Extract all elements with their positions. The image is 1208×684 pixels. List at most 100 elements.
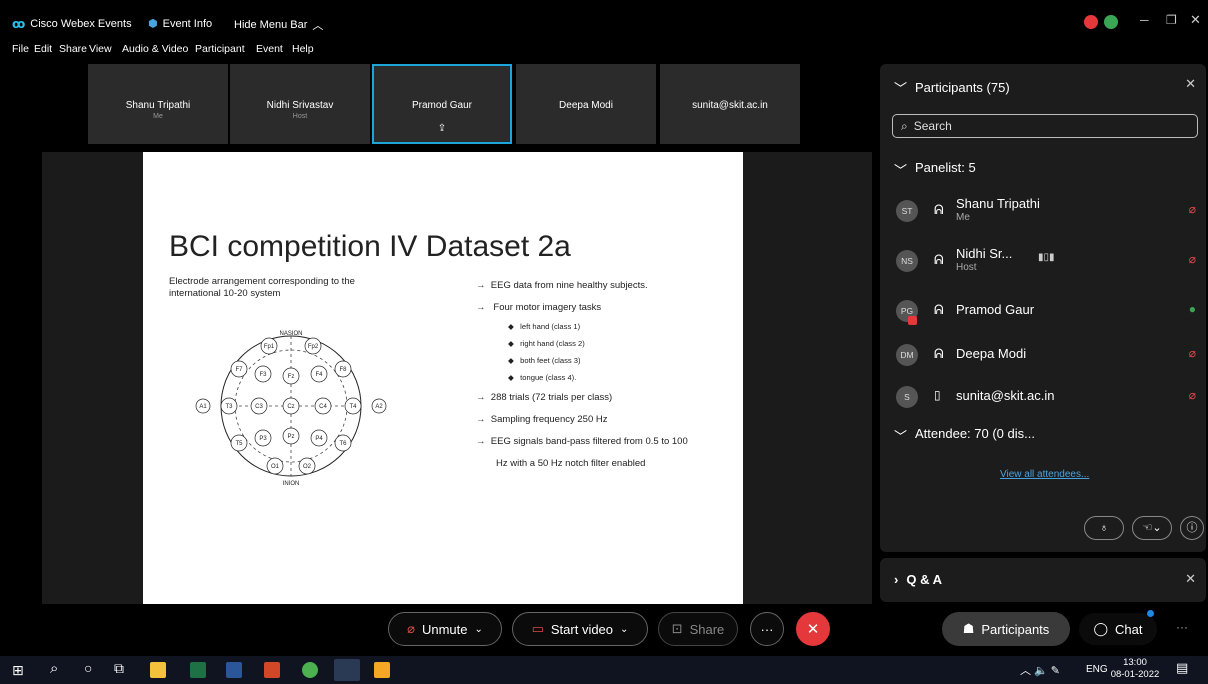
participant-row-nidhi[interactable]: NS ᕱ Nidhi Sr... Host ▮▯▮ ⌀: [896, 240, 1196, 280]
avatar: S: [896, 386, 918, 408]
windows-taskbar: ⊞ ⌕ ○ ⧉ ︿ 🔈 ✎ ENG 13:00 08-01-2022 ▤: [0, 656, 1208, 684]
more-options-button[interactable]: ···: [750, 612, 784, 646]
close-qa-icon[interactable]: ✕: [1185, 571, 1196, 587]
clock[interactable]: 13:00 08-01-2022: [1108, 657, 1162, 681]
mic-muted-icon[interactable]: ⌀: [1189, 388, 1196, 402]
shared-slide: BCI competition IV Dataset 2a Electrode …: [143, 152, 743, 604]
hide-menu-bar-button[interactable]: Hide Menu Bar ︿: [234, 17, 323, 33]
share-button[interactable]: ⊡ Share: [658, 612, 738, 646]
file-explorer-icon[interactable]: [150, 662, 166, 678]
reactions-dropdown-button[interactable]: ☜⌄: [1132, 516, 1172, 540]
tray-icons[interactable]: ︿ 🔈 ✎: [1020, 662, 1060, 678]
attendee-header[interactable]: ﹀ Attendee: 70 (0 dis...: [894, 426, 1035, 445]
search-icon[interactable]: ⌕: [50, 660, 58, 677]
video-tile-deepa[interactable]: Deepa Modi: [516, 64, 656, 144]
hide-menu-label: Hide Menu Bar: [234, 19, 308, 31]
video-tile-pramod[interactable]: Pramod Gaur ⇪: [372, 64, 512, 144]
chat-notification-dot: [1147, 610, 1154, 617]
menu-edit[interactable]: Edit: [34, 43, 52, 55]
participant-row-pramod[interactable]: PG ᕱ Pramod Gaur ●: [896, 290, 1196, 330]
app-icon[interactable]: [374, 662, 390, 678]
powerpoint-icon[interactable]: [264, 662, 280, 678]
info-icon: ⓘ: [1186, 522, 1198, 534]
recording-icon[interactable]: [1084, 15, 1098, 29]
electrode: Fz: [288, 374, 295, 380]
nasion-label: NASION: [279, 331, 302, 337]
chevron-down-icon: ﹀: [894, 163, 908, 178]
notifications-icon[interactable]: ▤: [1176, 660, 1188, 676]
mic-active-icon[interactable]: ●: [1189, 302, 1196, 316]
participants-button[interactable]: ☗ Participants: [942, 612, 1070, 646]
video-tile-shanu[interactable]: Shanu Tripathi Me: [88, 64, 228, 144]
mic-muted-icon[interactable]: ⌀: [1189, 202, 1196, 216]
menu-participant[interactable]: Participant: [195, 43, 245, 55]
electrode: C4: [319, 404, 327, 410]
chrome-icon[interactable]: [302, 662, 318, 678]
info-button[interactable]: ⓘ: [1180, 516, 1204, 540]
electrode: T3: [225, 404, 233, 410]
electrode: Cz: [287, 404, 294, 410]
tile-name: Pramod Gaur: [411, 100, 473, 111]
participant-row-shanu[interactable]: ST ᕱ Shanu Tripathi Me ⌀: [896, 190, 1196, 230]
event-info-button[interactable]: ⬢ Event Info: [148, 17, 212, 31]
share-icon: ⊡: [671, 621, 683, 636]
video-off-icon: ▭: [531, 621, 544, 636]
more-icon[interactable]: ···: [1176, 620, 1188, 634]
phone-icon: ▯: [934, 388, 941, 402]
participants-label: Participants: [981, 621, 1050, 637]
participant-name: Shanu Tripathi: [956, 196, 1040, 211]
start-video-button[interactable]: ▭ Start video ⌄: [512, 612, 648, 646]
qa-header[interactable]: › Q & A: [894, 572, 942, 587]
restore-icon[interactable]: ❐: [1166, 13, 1177, 27]
qa-label: Q & A: [906, 572, 942, 587]
word-icon[interactable]: [226, 662, 242, 678]
headset-icon: ᕱ: [934, 346, 944, 361]
mic-muted-icon[interactable]: ⌀: [1189, 252, 1196, 266]
close-panel-icon[interactable]: ✕: [1185, 76, 1196, 92]
video-tile-nidhi[interactable]: Nidhi Srivastav Host: [230, 64, 370, 144]
menu-view[interactable]: View: [89, 43, 112, 55]
app-title: ꝏ Cisco Webex Events: [12, 17, 132, 31]
menu-file[interactable]: File: [12, 43, 29, 55]
electrode: Fp2: [308, 344, 319, 350]
chevron-down-icon: ﹀: [894, 81, 908, 96]
chevron-up-icon: ︿: [312, 20, 324, 32]
mic-muted-icon[interactable]: ⌀: [1189, 346, 1196, 360]
tile-name: Shanu Tripathi: [125, 100, 191, 111]
windows-start-icon[interactable]: ⊞: [12, 662, 24, 679]
qa-panel[interactable]: › Q & A ✕: [880, 558, 1206, 602]
mute-all-button[interactable]: ♁: [1084, 516, 1124, 540]
language-indicator[interactable]: ENG: [1086, 664, 1108, 675]
slide-sub-bullet: ◆ right hand (class 2): [508, 339, 585, 348]
video-tile-sunita[interactable]: sunita@skit.ac.in: [660, 64, 800, 144]
slide-electrode-caption: Electrode arrangement corresponding to t…: [169, 276, 355, 299]
excel-icon[interactable]: [190, 662, 206, 678]
participants-panel: ﹀ Participants (75) ✕ ⌕ Search ﹀ Panelis…: [880, 64, 1206, 552]
slide-sub-bullet: ◆ both feet (class 3): [508, 356, 581, 365]
participant-row-deepa[interactable]: DM ᕱ Deepa Modi ⌀: [896, 334, 1196, 374]
menu-audio-video[interactable]: Audio & Video: [122, 43, 188, 55]
task-view-icon[interactable]: ⧉: [114, 660, 124, 677]
participant-row-sunita[interactable]: S ▯ sunita@skit.ac.in ⌀: [896, 376, 1196, 416]
participants-header[interactable]: ﹀ Participants (75): [894, 78, 1010, 97]
leave-button[interactable]: ✕: [796, 612, 830, 646]
minimize-icon[interactable]: ─: [1140, 13, 1149, 27]
start-video-label: Start video: [550, 621, 614, 637]
menu-event[interactable]: Event: [256, 43, 283, 55]
view-all-attendees-link[interactable]: View all attendees...: [1000, 469, 1089, 480]
close-window-icon[interactable]: ✕: [1190, 12, 1201, 28]
mic-icon: ♁: [1099, 522, 1109, 534]
unmute-button[interactable]: ⌀ Unmute ⌄: [388, 612, 502, 646]
people-icon: ☗: [962, 621, 975, 636]
menu-help[interactable]: Help: [292, 43, 314, 55]
chat-button[interactable]: ◯ Chat: [1078, 612, 1158, 646]
cortana-icon[interactable]: ○: [84, 660, 92, 676]
chevron-down-icon: ⌄: [620, 623, 629, 635]
panelist-header[interactable]: ﹀ Panelist: 5: [894, 160, 976, 179]
electrode: F7: [235, 367, 243, 373]
search-input[interactable]: ⌕ Search: [892, 114, 1198, 138]
audio-level-icon: ▮▯▮: [1038, 252, 1055, 263]
webex-taskbar-icon[interactable]: [334, 659, 360, 681]
network-status-icon[interactable]: [1104, 15, 1118, 29]
menu-share[interactable]: Share: [59, 43, 87, 55]
